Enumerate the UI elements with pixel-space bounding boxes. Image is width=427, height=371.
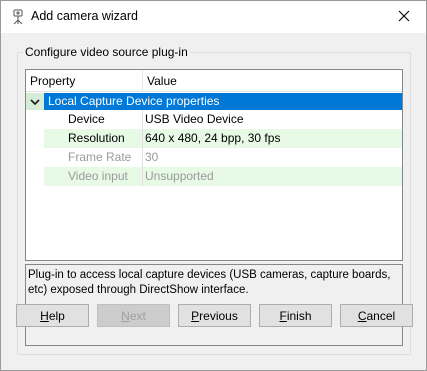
finish-mnemonic: F (279, 308, 287, 323)
property-value[interactable]: USB Video Device (143, 110, 402, 129)
title-bar: Add camera wizard (1, 1, 426, 33)
close-button[interactable] (382, 1, 426, 33)
property-name: Video input (44, 167, 143, 186)
property-name: Device (44, 110, 143, 129)
property-row-resolution[interactable]: Resolution 640 x 480, 24 bpp, 30 fps (26, 129, 402, 148)
property-grid[interactable]: Property Value Local Capture Device prop… (25, 69, 403, 261)
property-row-device[interactable]: Device USB Video Device (26, 110, 402, 129)
window-title: Add camera wizard (31, 9, 138, 23)
camera-icon (11, 9, 25, 25)
row-gutter (26, 110, 44, 129)
close-icon (398, 10, 410, 25)
property-value[interactable]: 640 x 480, 24 bpp, 30 fps (143, 129, 402, 148)
cancel-mnemonic: C (357, 308, 367, 323)
property-value: Unsupported (143, 167, 402, 186)
help-label: elp (48, 308, 65, 323)
next-label: ext (129, 308, 146, 323)
header-property[interactable]: Property (26, 70, 143, 92)
property-name: Resolution (44, 129, 143, 148)
row-gutter (26, 167, 44, 186)
category-row-local-capture[interactable]: Local Capture Device properties (26, 93, 402, 110)
header-value[interactable]: Value (143, 70, 402, 92)
help-mnemonic: H (40, 308, 49, 323)
property-name: Frame Rate (44, 148, 143, 167)
cancel-button[interactable]: Cancel (340, 304, 413, 327)
next-mnemonic: N (121, 308, 130, 323)
previous-label: revious (199, 308, 238, 323)
property-row-frame-rate: Frame Rate 30 (26, 148, 402, 167)
previous-mnemonic: P (191, 308, 200, 323)
previous-button[interactable]: Previous (178, 304, 251, 327)
cancel-label: ancel (366, 308, 396, 323)
category-label: Local Capture Device properties (48, 94, 220, 108)
property-value: 30 (143, 148, 402, 167)
property-row-video-input: Video input Unsupported (26, 167, 402, 186)
chevron-down-icon[interactable] (26, 93, 44, 110)
next-button: Next (97, 304, 170, 327)
group-label: Configure video source plug-in (23, 45, 190, 59)
finish-label: inish (286, 308, 312, 323)
row-gutter (26, 148, 44, 167)
add-camera-wizard-window: Add camera wizard Configure video source… (0, 0, 427, 371)
finish-button[interactable]: Finish (259, 304, 332, 327)
row-gutter (26, 129, 44, 148)
grid-header: Property Value (26, 70, 402, 92)
help-button[interactable]: Help (16, 304, 89, 327)
